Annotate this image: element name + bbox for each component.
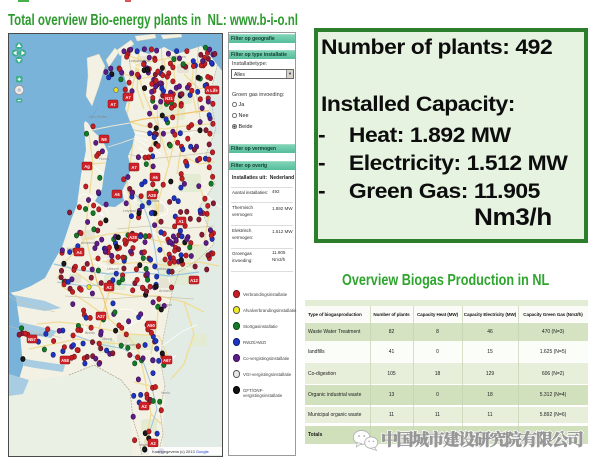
svg-text:A Life: A Life	[206, 88, 218, 93]
svg-text:A67: A67	[163, 358, 171, 363]
svg-text:A7: A7	[131, 165, 137, 170]
svg-text:N57: N57	[28, 337, 36, 342]
svg-text:Arnhem: Arnhem	[159, 289, 172, 293]
svg-text:Ag: Ag	[84, 164, 90, 169]
svg-text:A6: A6	[114, 192, 120, 197]
svg-text:N31: N31	[165, 96, 173, 101]
svg-text:Venlo: Venlo	[161, 391, 170, 395]
svg-text:Den Helder: Den Helder	[89, 115, 108, 119]
svg-text:A58: A58	[61, 358, 69, 363]
svg-text:Kaartgegevens (c) 2013 Google: Kaartgegevens (c) 2013 Google	[152, 449, 209, 454]
svg-text:A7: A7	[125, 95, 131, 100]
svg-text:Breda: Breda	[85, 331, 95, 335]
svg-text:A28: A28	[129, 235, 137, 240]
svg-text:A2: A2	[150, 441, 156, 446]
svg-text:Lelystad: Lelystad	[123, 209, 136, 213]
svg-text:A1: A1	[178, 219, 184, 224]
svg-text:A6: A6	[152, 175, 158, 180]
svg-text:A27: A27	[97, 314, 105, 319]
svg-text:A7: A7	[110, 102, 116, 107]
svg-text:A50: A50	[147, 323, 155, 328]
svg-text:A28: A28	[148, 193, 156, 198]
svg-text:Utrecht: Utrecht	[107, 267, 119, 271]
svg-text:N9: N9	[101, 137, 107, 142]
svg-text:A4: A4	[76, 250, 82, 255]
svg-text:A2: A2	[141, 404, 147, 409]
svg-text:A12: A12	[190, 278, 198, 283]
svg-text:Hoorn: Hoorn	[99, 157, 109, 161]
svg-text:Tilburg: Tilburg	[101, 337, 112, 341]
svg-text:A2: A2	[106, 285, 112, 290]
